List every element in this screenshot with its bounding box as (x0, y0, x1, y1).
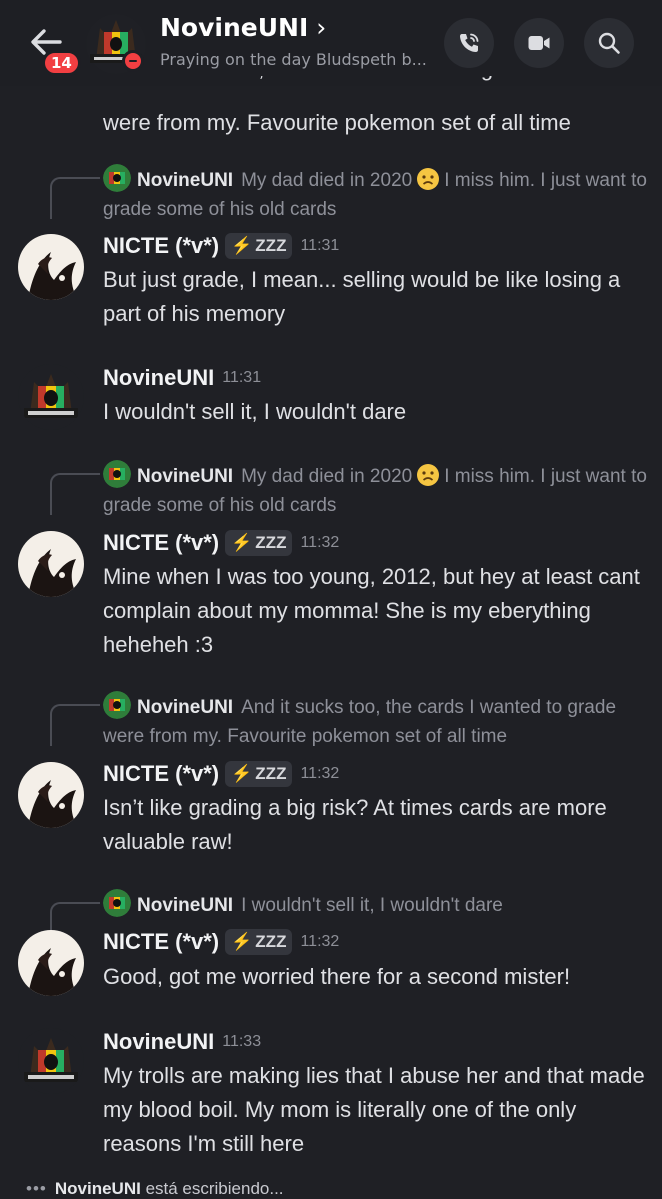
channel-title-text: NovineUNI (160, 13, 309, 42)
avatar[interactable] (18, 531, 84, 597)
timestamp: 11:31 (300, 237, 340, 254)
author-name[interactable]: NICTE (*v*) (103, 530, 219, 555)
timestamp: 11:33 (222, 1033, 262, 1050)
author-name[interactable]: NICTE (*v*) (103, 929, 219, 954)
unread-badge: 14 (42, 50, 81, 76)
user-tag-label: ZZZ (255, 236, 287, 255)
reply-connector (50, 177, 100, 219)
message-list[interactable]: were from my. Favourite pokemon set of a… (0, 0, 662, 1199)
typing-dots-icon: ••• (26, 1179, 47, 1198)
typing-text: está escribiendo... (145, 1179, 284, 1198)
timestamp: 11:32 (300, 534, 340, 551)
user-tag-label: ZZZ (255, 764, 287, 783)
reply-avatar (103, 164, 131, 192)
user-tag[interactable]: ⚡ ZZZ (225, 530, 293, 556)
reply-avatar (103, 889, 131, 917)
chat-header: 14 NovineUNI › Praying on the day Bludspe… (0, 0, 662, 86)
author-name[interactable]: NICTE (*v*) (103, 233, 219, 258)
partial-message-top-text: And it sucks too, the cards I wanted to … (103, 76, 648, 86)
reply-reference[interactable]: NovineUNI And it sucks too, the cards I w… (103, 691, 648, 751)
reply-author[interactable]: NovineUNI (137, 895, 233, 916)
user-tag-label: ZZZ (255, 533, 287, 552)
chat-screen: were from my. Favourite pokemon set of a… (0, 0, 662, 1199)
reply-text: My dad died in 2020 (241, 466, 413, 487)
message-header: NovineUNI 11:33 (103, 1027, 261, 1057)
search-button[interactable] (584, 18, 634, 68)
reply-connector (50, 704, 100, 746)
timestamp: 11:31 (222, 369, 262, 386)
reply-reference[interactable]: NovineUNI My dad died in 2020 I miss him. … (103, 164, 648, 224)
video-camera-icon (528, 36, 550, 50)
reply-connector (50, 473, 100, 515)
message-text: Good, got me worried there for a second … (103, 964, 571, 989)
call-button[interactable] (444, 18, 494, 68)
message-header: NICTE (*v*) ⚡ ZZZ 11:32 (103, 528, 339, 558)
message-text: My trolls are making lies that I abuse h… (103, 1063, 645, 1156)
avatar[interactable] (18, 1028, 84, 1094)
reply-text: My dad died in 2020 (241, 170, 413, 191)
message-text: I wouldn't sell it, I wouldn't dare (103, 399, 407, 424)
lightning-icon: ⚡ (231, 764, 253, 783)
reply-avatar (103, 691, 131, 719)
channel-title[interactable]: NovineUNI › (160, 12, 326, 44)
timestamp: 11:32 (300, 765, 340, 782)
message-text: But just grade, I mean... selling would … (103, 267, 621, 326)
message-header: NICTE (*v*) ⚡ ZZZ 11:32 (103, 927, 339, 957)
reply-author[interactable]: NovineUNI (137, 697, 233, 718)
reply-text: I wouldn't sell it, I wouldn't dare (241, 895, 503, 916)
lightning-icon: ⚡ (231, 236, 253, 255)
reply-avatar (103, 460, 131, 488)
author-name[interactable]: NICTE (*v*) (103, 761, 219, 786)
lightning-icon: ⚡ (231, 932, 253, 951)
user-tag-label: ZZZ (255, 932, 287, 951)
reply-author[interactable]: NovineUNI (137, 466, 233, 487)
message-header: NovineUNI 11:31 (103, 363, 261, 393)
message-text: Isn’t like grading a big risk? At times … (103, 795, 607, 854)
message-header: NICTE (*v*) ⚡ ZZZ 11:31 (103, 231, 339, 261)
lightning-icon: ⚡ (231, 533, 253, 552)
dnd-status-icon (122, 50, 144, 72)
slightly-frowning-face-icon (416, 463, 440, 487)
chevron-right-icon: › (316, 13, 327, 42)
slightly-frowning-face-icon (416, 167, 440, 191)
author-name[interactable]: NovineUNI (103, 1029, 214, 1054)
user-tag[interactable]: ⚡ ZZZ (225, 233, 293, 259)
avatar[interactable] (18, 762, 84, 828)
reply-author[interactable]: NovineUNI (137, 170, 233, 191)
timestamp: 11:32 (300, 933, 340, 950)
partial-message-text: were from my. Favourite pokemon set of a… (103, 110, 571, 135)
message-header: NICTE (*v*) ⚡ ZZZ 11:32 (103, 759, 339, 789)
author-name[interactable]: NovineUNI (103, 365, 214, 390)
partial-message-top: And it sucks too, the cards I wanted to … (103, 76, 648, 88)
message-text: Mine when I was too young, 2012, but hey… (103, 564, 640, 657)
typing-user: NovineUNI (54, 1179, 141, 1198)
search-icon (598, 32, 620, 54)
user-tag[interactable]: ⚡ ZZZ (225, 929, 293, 955)
avatar[interactable] (18, 930, 84, 996)
reply-reference[interactable]: NovineUNI My dad died in 2020 I miss him. … (103, 460, 648, 520)
user-tag[interactable]: ⚡ ZZZ (225, 761, 293, 787)
avatar[interactable] (18, 364, 84, 430)
reply-reference[interactable]: NovineUNI I wouldn't sell it, I wouldn't … (103, 889, 648, 920)
phone-call-icon (460, 33, 479, 52)
avatar[interactable] (18, 234, 84, 300)
video-button[interactable] (514, 18, 564, 68)
typing-indicator: ••• NovineUNI está escribiendo... (26, 1178, 284, 1199)
custom-status: Praying on the day Bludspeth b... (160, 50, 427, 69)
